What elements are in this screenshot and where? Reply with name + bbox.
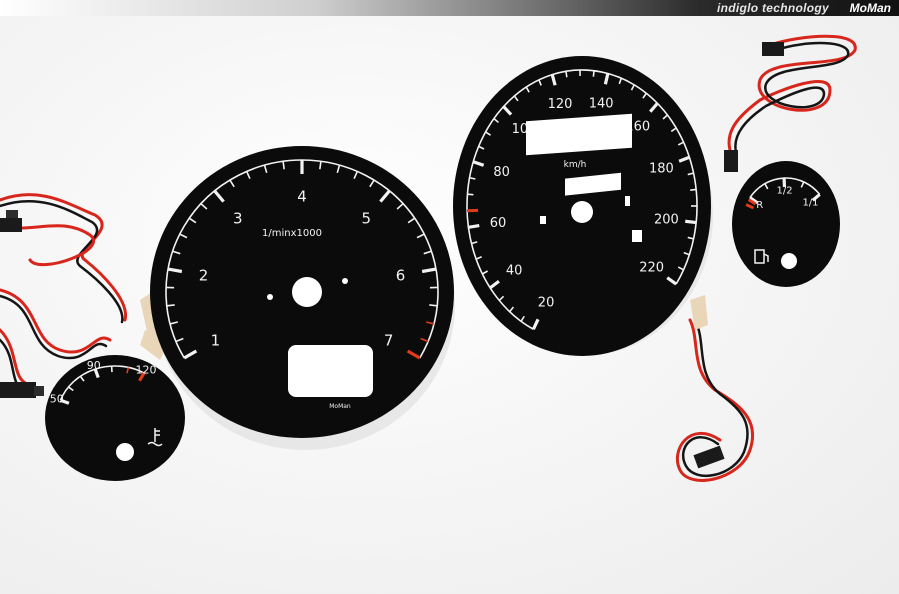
speedometer-scale-label: 60 (490, 216, 507, 231)
top-banner: indiglo technology MoMan (0, 0, 899, 16)
speedometer-scale-label: 180 (649, 162, 674, 177)
odometer-window (288, 345, 373, 397)
temperature-scale-label: 90 (87, 359, 101, 372)
speedometer-minor-tick (467, 193, 474, 196)
speedometer-unit-label: km/h (564, 160, 587, 170)
connector-right-top (762, 42, 784, 56)
tachometer-minor-tick (282, 161, 285, 170)
speedometer-scale-label: 200 (654, 212, 679, 227)
temp-needle-hole (116, 443, 134, 461)
tachometer-scale-label: 7 (384, 331, 394, 349)
product-photo: 1234567 1/minx1000 MoMan 20406080100120 1… (0, 34, 857, 482)
tachometer-scale-label: 2 (199, 267, 209, 285)
speedo-needle-hole (571, 201, 593, 223)
wire-harness-right-top (727, 34, 857, 154)
tachometer-scale-label: 1 (211, 331, 221, 349)
fuel-scale-label: R (756, 200, 763, 211)
tachometer-scale-label: 6 (396, 267, 406, 285)
tachometer-unit-label: 1/minx1000 (262, 228, 322, 239)
speedometer-scale-label: 80 (493, 165, 510, 180)
connector-left-lower (0, 382, 36, 398)
fuel-scale-label: 1/1 (802, 198, 818, 209)
speedometer-scale-label: 120 (548, 97, 573, 112)
speedometer-minor-tick (690, 188, 697, 191)
tachometer-minor-tick (166, 304, 175, 307)
fuel-scale-label: 1/2 (777, 186, 793, 197)
fuel-gauge: R 1/2 1/1 (732, 161, 840, 287)
speedometer-scale-label: 140 (589, 96, 614, 111)
speedometer-major-tick (468, 223, 480, 229)
tachometer-scale-label: 5 (362, 210, 372, 228)
tachometer-minor-tick (319, 161, 322, 170)
connector-right-bottom (693, 445, 725, 469)
speedometer-scale-label: 20 (538, 296, 555, 311)
connector-left-upper (0, 218, 22, 232)
speedometer-dial: 20406080100120 140160180200220 km/h (453, 56, 711, 356)
tachometer-minor-tick (429, 304, 438, 307)
speedometer-minor-tick (592, 70, 595, 77)
temperature-gauge: 50 90 120 (45, 355, 185, 481)
tachometer-scale-label: 3 (233, 210, 243, 228)
tachometer-scale-label: 4 (297, 187, 307, 205)
temperature-scale-label: 50 (50, 393, 64, 406)
fuel-needle-hole (781, 253, 797, 269)
tachometer-dial: 1 2 3 4 5 6 7 1/minx1000 MoMan (150, 146, 454, 438)
needle-hole (292, 277, 322, 307)
speedometer-scale-label: 40 (506, 263, 523, 278)
temperature-scale-label: 120 (136, 363, 157, 376)
speedometer-major-tick (685, 219, 697, 225)
maker-mark: MoMan (329, 403, 351, 410)
banner-tagline: indiglo technology (716, 1, 829, 15)
speedometer-scale-label: 220 (639, 260, 664, 275)
speedometer-minor-tick (565, 71, 568, 78)
banner-brand: MoMan (849, 1, 891, 15)
